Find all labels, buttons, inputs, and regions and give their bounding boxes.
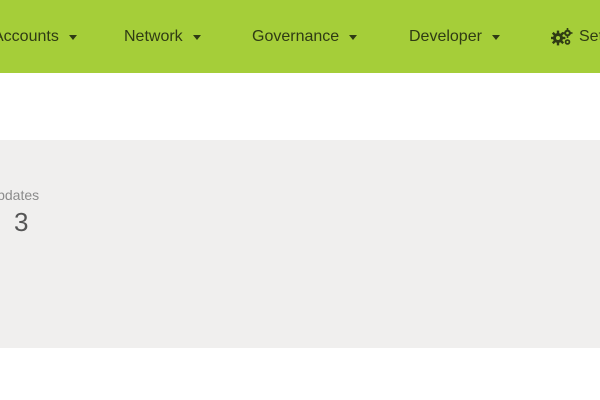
nav-item-label: Accounts	[0, 27, 59, 45]
stat-value: 3	[14, 207, 29, 237]
page: Accounts Network Governance Developer	[0, 0, 600, 400]
stats-panel	[0, 140, 600, 348]
nav-item-settings[interactable]: Settings	[551, 0, 600, 73]
nav-item-developer[interactable]: Developer	[409, 0, 500, 73]
caret-down-icon	[192, 35, 201, 40]
nav-item-label: Settings	[579, 27, 600, 45]
nav-item-label: Developer	[409, 27, 482, 45]
nav-item-label: Network	[124, 27, 183, 45]
nav-item-label: Governance	[252, 27, 340, 45]
stat-label: Updates	[0, 187, 40, 203]
nav-item-accounts[interactable]: Accounts	[0, 0, 77, 73]
nav-item-governance[interactable]: Governance	[252, 0, 358, 73]
caret-down-icon	[68, 35, 77, 40]
nav-item-network[interactable]: Network	[124, 0, 201, 73]
top-navigation-bar: Accounts Network Governance Developer	[0, 0, 600, 73]
gears-icon	[551, 27, 573, 45]
caret-down-icon	[349, 35, 358, 40]
caret-down-icon	[491, 35, 500, 40]
